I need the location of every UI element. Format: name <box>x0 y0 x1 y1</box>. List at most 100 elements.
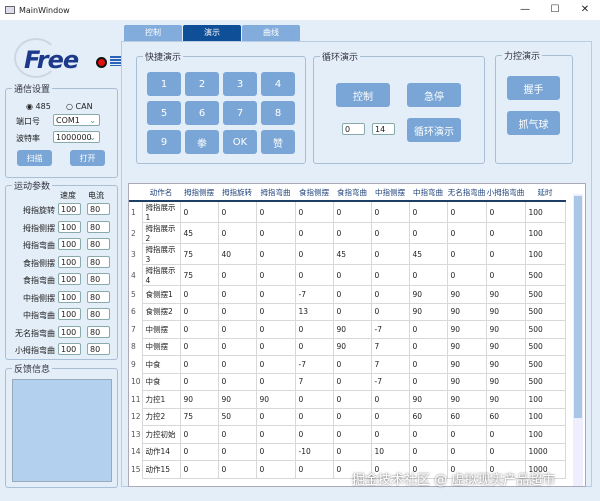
table-cell[interactable]: 100 <box>524 425 566 444</box>
table-cell[interactable]: 0 <box>255 337 296 356</box>
table-cell[interactable]: 0 <box>485 442 526 461</box>
table-cell[interactable]: 0 <box>179 442 219 461</box>
table-cell[interactable]: 75 <box>179 407 219 426</box>
table-cell[interactable]: 0 <box>294 222 334 244</box>
table-cell[interactable]: 0 <box>332 407 372 426</box>
table-cell[interactable]: 0 <box>446 222 487 244</box>
table-cell[interactable]: 90 <box>446 337 487 356</box>
table-cell[interactable]: 500 <box>524 285 566 304</box>
current-input[interactable]: 80 <box>87 238 110 250</box>
table-cell[interactable]: 60 <box>446 407 487 426</box>
table-cell[interactable]: 0 <box>370 222 410 244</box>
table-cell[interactable]: 7 <box>294 372 334 391</box>
table-cell[interactable]: 0 <box>485 425 526 444</box>
table-row[interactable]: 11 力控1 90 90 90 0 0 0 90 90 90 100 <box>129 390 566 409</box>
table-cell[interactable]: 0 <box>255 264 296 286</box>
table-cell[interactable]: 90 <box>332 337 372 356</box>
table-cell[interactable]: 500 <box>524 302 566 321</box>
table-cell[interactable]: 500 <box>524 372 566 391</box>
table-cell[interactable]: 动作15 <box>141 460 181 479</box>
table-cell[interactable]: 500 <box>524 355 566 374</box>
table-cell[interactable]: 力控1 <box>141 390 181 409</box>
maximize-button[interactable]: ☐ <box>540 0 570 20</box>
table-cell[interactable]: 90 <box>485 302 526 321</box>
table-cell[interactable]: 0 <box>332 285 372 304</box>
table-cell[interactable]: 0 <box>217 285 257 304</box>
key-button-7[interactable]: 7 <box>223 101 257 125</box>
table-cell[interactable]: 45 <box>408 243 448 265</box>
table-cell[interactable]: 0 <box>255 243 296 265</box>
table-cell[interactable]: 0 <box>217 425 257 444</box>
table-cell[interactable]: -10 <box>294 442 334 461</box>
table-cell[interactable]: 90 <box>179 390 219 409</box>
table-cell[interactable]: 0 <box>255 200 296 223</box>
table-cell[interactable]: 75 <box>179 264 219 286</box>
scrollbar[interactable] <box>573 194 583 486</box>
table-cell[interactable]: 100 <box>524 243 566 265</box>
table-cell[interactable]: 0 <box>370 243 410 265</box>
column-header[interactable]: 中指弯曲 <box>409 184 447 202</box>
table-cell[interactable]: -7 <box>294 355 334 374</box>
column-header[interactable]: 食指弯曲 <box>333 184 371 202</box>
table-cell[interactable]: 90 <box>408 302 448 321</box>
table-cell[interactable]: -7 <box>370 372 410 391</box>
table-cell[interactable]: 500 <box>524 264 566 286</box>
table-cell[interactable]: 90 <box>408 285 448 304</box>
speed-input[interactable]: 100 <box>58 273 81 285</box>
column-header[interactable]: 中指侧摆 <box>371 184 409 202</box>
key-button-8[interactable]: 8 <box>261 101 295 125</box>
current-input[interactable]: 80 <box>87 308 110 320</box>
table-cell[interactable]: 0 <box>408 222 448 244</box>
table-cell[interactable]: 0 <box>446 200 487 223</box>
key-button-2[interactable]: 2 <box>185 72 219 96</box>
table-cell[interactable]: 0 <box>255 355 296 374</box>
key-button-5[interactable]: 5 <box>147 101 181 125</box>
table-cell[interactable]: 100 <box>524 390 566 409</box>
table-cell[interactable]: 40 <box>217 243 257 265</box>
table-cell[interactable]: 0 <box>217 372 257 391</box>
table-cell[interactable]: 60 <box>408 407 448 426</box>
table-cell[interactable]: 0 <box>294 243 334 265</box>
table-cell[interactable]: 0 <box>179 355 219 374</box>
emergency-stop-button[interactable]: 急停 <box>407 83 461 107</box>
table-cell[interactable]: 0 <box>255 442 296 461</box>
table-cell[interactable]: 45 <box>332 243 372 265</box>
radio-can[interactable]: ○ CAN <box>66 102 93 111</box>
table-cell[interactable]: 90 <box>485 285 526 304</box>
table-cell[interactable]: 90 <box>446 355 487 374</box>
table-row[interactable]: 5 食侧摆1 0 0 0 -7 0 0 90 90 90 500 <box>129 285 566 304</box>
table-cell[interactable]: 90 <box>485 320 526 339</box>
table-cell[interactable]: 0 <box>294 460 334 479</box>
table-cell[interactable]: 0 <box>217 442 257 461</box>
table-cell[interactable]: 0 <box>217 460 257 479</box>
table-cell[interactable]: 0 <box>179 320 219 339</box>
table-cell[interactable]: 0 <box>294 407 334 426</box>
scan-button[interactable]: 扫描 <box>17 150 52 166</box>
table-row[interactable]: 2 拇指展示2 45 0 0 0 0 0 0 0 0 100 <box>129 222 566 244</box>
table-cell[interactable]: 0 <box>255 407 296 426</box>
table-row[interactable]: 4 拇指展示4 75 0 0 0 0 0 0 0 0 500 <box>129 264 566 286</box>
table-cell[interactable]: 0 <box>217 302 257 321</box>
table-cell[interactable]: 0 <box>370 425 410 444</box>
table-row[interactable]: 8 中侧摆 0 0 0 0 90 7 0 90 90 500 <box>129 337 566 356</box>
table-cell[interactable]: 100 <box>524 407 566 426</box>
table-cell[interactable]: 0 <box>332 222 372 244</box>
table-cell[interactable]: 90 <box>446 390 487 409</box>
table-cell[interactable]: 0 <box>294 425 334 444</box>
column-header[interactable]: 无名指弯曲 <box>447 184 486 202</box>
table-row[interactable]: 10 中食 0 0 0 7 0 -7 0 90 90 500 <box>129 372 566 391</box>
table-cell[interactable]: 90 <box>446 372 487 391</box>
table-cell[interactable]: 中侧摆 <box>141 320 181 339</box>
key-button-拳[interactable]: 拳 <box>185 130 219 154</box>
table-cell[interactable]: 0 <box>446 264 487 286</box>
table-cell[interactable]: 0 <box>179 425 219 444</box>
column-header[interactable]: 小拇指弯曲 <box>486 184 525 202</box>
table-cell[interactable]: 0 <box>255 285 296 304</box>
table-cell[interactable]: 0 <box>179 372 219 391</box>
table-cell[interactable]: 0 <box>332 302 372 321</box>
key-button-赞[interactable]: 赞 <box>261 130 295 154</box>
feedback-textarea[interactable] <box>12 379 112 482</box>
table-cell[interactable]: 0 <box>332 425 372 444</box>
control-button[interactable]: 控制 <box>336 83 390 107</box>
table-cell[interactable]: 力控初始 <box>141 425 181 444</box>
